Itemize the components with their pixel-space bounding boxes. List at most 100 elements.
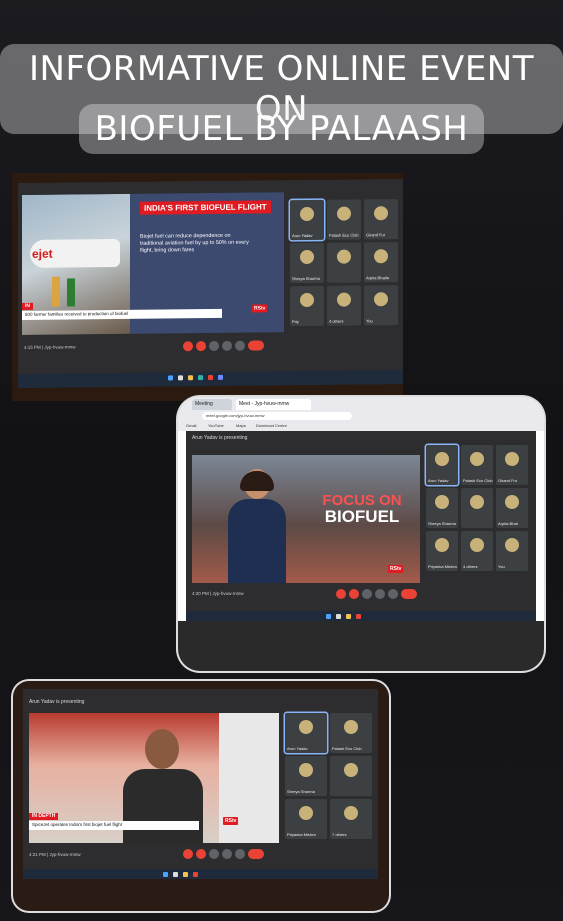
presenting-banner: Arun Yadav is presenting xyxy=(192,435,248,441)
end-call-button[interactable] xyxy=(248,849,264,859)
participant-name: You xyxy=(498,564,505,569)
participant-tile[interactable]: Priyanka Mishra xyxy=(426,531,458,571)
more-options-icon[interactable] xyxy=(388,589,398,599)
present-icon[interactable] xyxy=(375,589,385,599)
bookmark-gmail[interactable]: Gmail xyxy=(186,423,196,428)
participant-tile[interactable]: Shreya Sharma xyxy=(426,488,458,528)
chrome-icon[interactable] xyxy=(208,374,213,381)
camera-off-icon[interactable] xyxy=(349,589,359,599)
participant-avatar xyxy=(300,292,314,308)
bookmark-download-centre[interactable]: Download Centre xyxy=(256,423,287,428)
participant-name: Priyanka Mishra xyxy=(428,564,457,569)
participant-avatar xyxy=(374,292,388,307)
participant-tile[interactable]: 4 others xyxy=(461,531,493,571)
more-options-icon[interactable] xyxy=(235,849,245,859)
shared-video: FOCUS ON BIOFUEL RStv xyxy=(192,455,420,583)
chrome-icon[interactable] xyxy=(193,872,198,877)
captions-icon[interactable] xyxy=(209,849,219,859)
mic-off-icon[interactable] xyxy=(336,589,346,599)
participant-tile[interactable]: Palash Eco Club xyxy=(461,445,493,485)
participant-name: Girand Fur xyxy=(366,232,386,238)
participant-avatar xyxy=(435,495,449,509)
participant-avatar xyxy=(344,720,358,734)
start-icon[interactable] xyxy=(163,872,168,877)
store-icon[interactable] xyxy=(218,374,223,380)
participant-avatar xyxy=(374,206,388,221)
channel-logo: RStv xyxy=(388,565,404,573)
start-icon[interactable] xyxy=(168,375,173,381)
participant-avatar xyxy=(505,538,519,552)
tab-meeting[interactable]: Meeting xyxy=(192,399,232,410)
file-explorer-icon[interactable] xyxy=(346,614,351,619)
participant-tile[interactable] xyxy=(461,488,493,528)
participant-tile[interactable]: Arun Yadav xyxy=(285,713,327,753)
participant-tile[interactable]: Arun Yadav xyxy=(290,199,324,241)
participant-tile[interactable]: Priyanka Mishra xyxy=(285,799,327,839)
participant-name: 4 others xyxy=(329,318,344,324)
bookmark-youtube[interactable]: YouTube xyxy=(208,423,224,428)
participant-name: Palash Eco Club xyxy=(463,478,493,483)
participant-avatar xyxy=(505,452,519,466)
participant-tile[interactable] xyxy=(330,756,372,796)
laptop-bezel xyxy=(178,621,544,671)
meeting-clock: 4:21 PM | Jyp-hvuw-mmw xyxy=(29,852,81,857)
presenting-banner: Arun Yadav is presenting xyxy=(29,699,85,705)
participant-tile[interactable]: Shreya Sharma xyxy=(290,242,324,284)
edge-icon[interactable] xyxy=(198,375,203,381)
camera-off-icon[interactable] xyxy=(196,849,206,859)
participant-tile[interactable]: Arpita Bhat xyxy=(496,488,528,528)
participant-tile[interactable]: Priy xyxy=(290,285,324,327)
browser-chrome: Meeting Meet - Jyp-hvuw-mmw meet.google.… xyxy=(178,397,544,431)
end-call-button[interactable] xyxy=(248,340,264,351)
participant-tile[interactable] xyxy=(327,242,361,283)
participant-avatar xyxy=(505,495,519,509)
captions-icon[interactable] xyxy=(209,340,219,352)
bookmark-maps[interactable]: Maps xyxy=(236,423,246,428)
participant-tile[interactable]: Palash Eco Club xyxy=(327,199,361,240)
shared-video: ejet INDIA'S FIRST BIOFUEL FLIGHT Biojet… xyxy=(22,192,284,335)
participant-avatar xyxy=(344,806,358,820)
participant-tile[interactable]: Arun Yadav xyxy=(426,445,458,485)
windows-taskbar xyxy=(186,611,536,621)
end-call-button[interactable] xyxy=(401,589,417,599)
participant-tile[interactable]: Girand Fur xyxy=(496,445,528,485)
participant-avatar xyxy=(299,763,313,777)
start-icon[interactable] xyxy=(326,614,331,619)
shared-video: IN DEPTH SpiceJet operates India's first… xyxy=(29,713,279,843)
participant-tile[interactable]: 7 others xyxy=(330,799,372,839)
search-icon[interactable] xyxy=(178,375,183,381)
chrome-icon[interactable] xyxy=(356,614,361,619)
participant-tile[interactable]: Palash Eco Club xyxy=(330,713,372,753)
mic-off-icon[interactable] xyxy=(183,341,193,352)
camera-off-icon[interactable] xyxy=(196,341,206,352)
file-explorer-icon[interactable] xyxy=(188,375,193,381)
meeting-clock: 4:20 PM | Jyp-hvuw-mmw xyxy=(192,591,244,596)
participant-tile[interactable]: Arpita Bhatia xyxy=(364,242,398,283)
participant-tile[interactable]: You xyxy=(496,531,528,571)
address-bar[interactable]: meet.google.com/jyp-hvuw-mmw xyxy=(202,412,352,420)
search-icon[interactable] xyxy=(173,872,178,877)
tab-meet-active[interactable]: Meet - Jyp-hvuw-mmw xyxy=(236,399,311,410)
captions-icon[interactable] xyxy=(362,589,372,599)
participant-avatar xyxy=(470,538,484,552)
windows-taskbar xyxy=(18,369,403,389)
windows-taskbar xyxy=(23,869,378,879)
more-options-icon[interactable] xyxy=(235,340,245,351)
participant-tile[interactable]: 4 others xyxy=(327,285,361,326)
participant-avatar xyxy=(299,806,313,820)
participant-tile[interactable]: Girand Fur xyxy=(364,199,398,240)
participant-tile[interactable]: Shreya Sharma xyxy=(285,756,327,796)
file-explorer-icon[interactable] xyxy=(183,872,188,877)
call-controls xyxy=(183,849,264,859)
participant-name: Priyanka Mishra xyxy=(287,832,316,837)
participant-tile[interactable]: You xyxy=(364,285,398,326)
call-controls xyxy=(336,589,417,599)
present-icon[interactable] xyxy=(222,340,232,351)
participant-name: Palash Eco Club xyxy=(332,746,362,751)
participant-name: 4 others xyxy=(463,564,478,569)
mic-off-icon[interactable] xyxy=(183,849,193,859)
search-icon[interactable] xyxy=(336,614,341,619)
participant-avatar xyxy=(300,249,314,265)
present-icon[interactable] xyxy=(222,849,232,859)
participant-name: Shreya Sharma xyxy=(287,789,315,794)
